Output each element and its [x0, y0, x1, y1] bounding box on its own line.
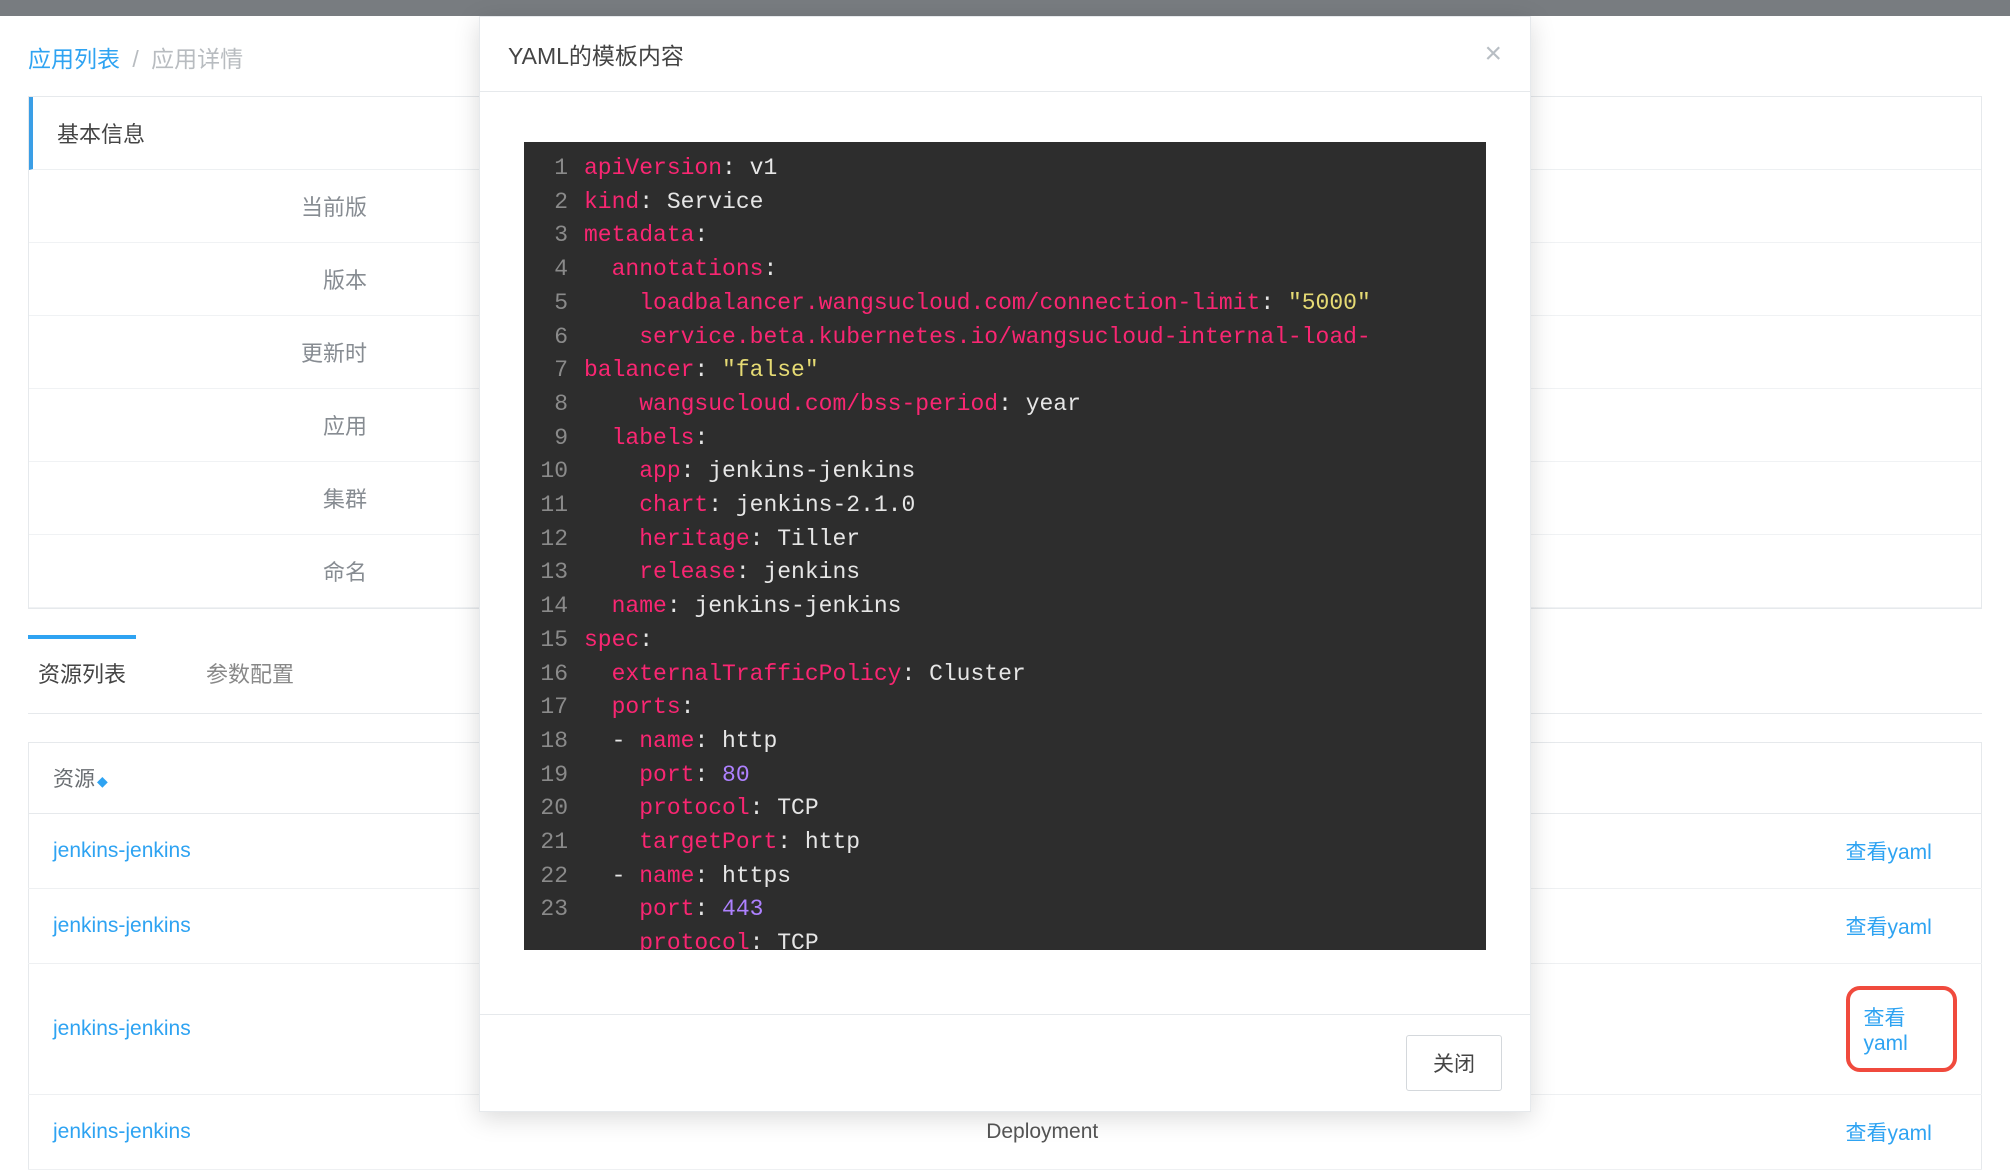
modal-title: YAML的模板内容 [508, 37, 684, 71]
modal-overlay: YAML的模板内容 × 1234567891011121314151617181… [0, 16, 2010, 1164]
code-content: apiVersion: v1kind: Servicemetadata: ann… [578, 142, 1486, 950]
close-button[interactable]: 关闭 [1406, 1035, 1502, 1091]
modal-footer: 关闭 [480, 1014, 1530, 1111]
modal-header: YAML的模板内容 × [480, 17, 1530, 92]
yaml-modal: YAML的模板内容 × 1234567891011121314151617181… [479, 16, 1531, 1112]
modal-body: 1234567891011121314151617181920212223 ap… [480, 92, 1530, 1014]
top-bar [0, 0, 2010, 16]
close-icon[interactable]: × [1484, 39, 1502, 69]
code-gutter: 1234567891011121314151617181920212223 [524, 142, 578, 950]
yaml-code-block[interactable]: 1234567891011121314151617181920212223 ap… [524, 142, 1486, 950]
